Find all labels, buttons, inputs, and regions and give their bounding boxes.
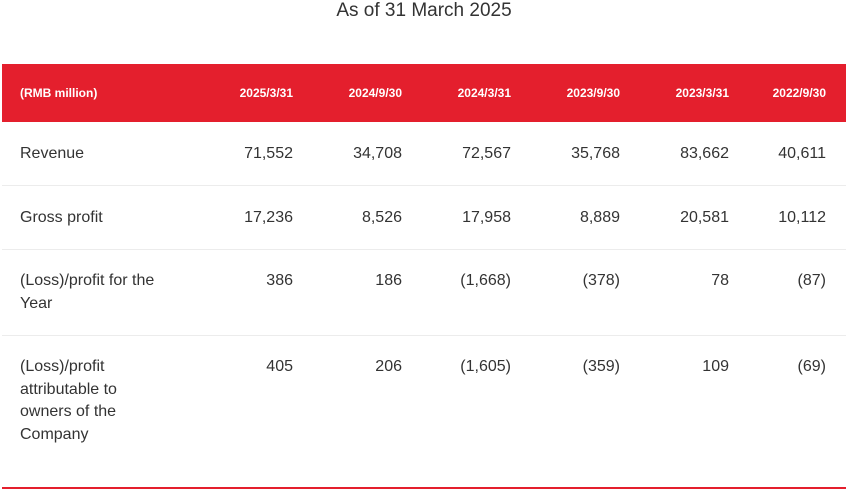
table-cell: 72,567 bbox=[462, 145, 511, 162]
header-col-2025-3-31: 2025/3/31 bbox=[239, 86, 293, 100]
row-label: Revenue bbox=[20, 145, 85, 162]
table-cell: 8,889 bbox=[579, 209, 620, 226]
table-cell: (1,605) bbox=[460, 358, 511, 375]
table-cell: 17,958 bbox=[462, 209, 511, 226]
header-col-2022-9-30: 2022/9/30 bbox=[772, 86, 826, 100]
header-col-2023-9-30: 2023/9/30 bbox=[566, 86, 620, 100]
table-header-row: (RMB million) 2025/3/31 2024/9/30 2024/3… bbox=[2, 64, 846, 122]
row-label: (Loss)/profit for the Year bbox=[20, 272, 155, 312]
header-col-2024-3-31: 2024/3/31 bbox=[457, 86, 511, 100]
table-row-profit-attributable: (Loss)/profit attributable to owners of … bbox=[2, 336, 846, 467]
table-cell: 386 bbox=[266, 272, 293, 289]
table-cell: (87) bbox=[797, 272, 826, 289]
row-label: (Loss)/profit attributable to owners of … bbox=[20, 358, 117, 443]
table-cell: (359) bbox=[582, 358, 620, 375]
table-cell: 206 bbox=[375, 358, 402, 375]
table-cell: 78 bbox=[711, 272, 729, 289]
financial-table: (RMB million) 2025/3/31 2024/9/30 2024/3… bbox=[2, 64, 846, 467]
table-cell: (378) bbox=[582, 272, 620, 289]
table-cell: (69) bbox=[797, 358, 826, 375]
page-title: As of 31 March 2025 bbox=[336, 0, 512, 21]
table-cell: 405 bbox=[266, 358, 293, 375]
table-cell: 34,708 bbox=[353, 145, 402, 162]
header-col-2024-9-30: 2024/9/30 bbox=[348, 86, 402, 100]
table-cell: 20,581 bbox=[680, 209, 729, 226]
table-cell: 10,112 bbox=[778, 209, 826, 226]
row-label: Gross profit bbox=[20, 209, 103, 226]
table-cell: 40,611 bbox=[778, 145, 826, 162]
page: As of 31 March 2025 (RMB million) 2025/3… bbox=[0, 0, 848, 491]
table-row-profit-for-year: (Loss)/profit for the Year 386 186 (1,66… bbox=[2, 250, 846, 336]
header-unit-label: (RMB million) bbox=[20, 86, 98, 100]
table-bottom-divider bbox=[2, 487, 846, 489]
table-cell: (1,668) bbox=[460, 272, 511, 289]
table-cell: 71,552 bbox=[244, 145, 293, 162]
table-cell: 35,768 bbox=[571, 145, 620, 162]
table-cell: 17,236 bbox=[244, 209, 293, 226]
table-row-revenue: Revenue 71,552 34,708 72,567 35,768 83,6… bbox=[2, 122, 846, 186]
table-cell: 186 bbox=[375, 272, 402, 289]
table-cell: 109 bbox=[702, 358, 729, 375]
table-row-gross-profit: Gross profit 17,236 8,526 17,958 8,889 2… bbox=[2, 186, 846, 250]
header-col-2023-3-31: 2023/3/31 bbox=[675, 86, 729, 100]
table-cell: 8,526 bbox=[361, 209, 402, 226]
table-cell: 83,662 bbox=[680, 145, 729, 162]
